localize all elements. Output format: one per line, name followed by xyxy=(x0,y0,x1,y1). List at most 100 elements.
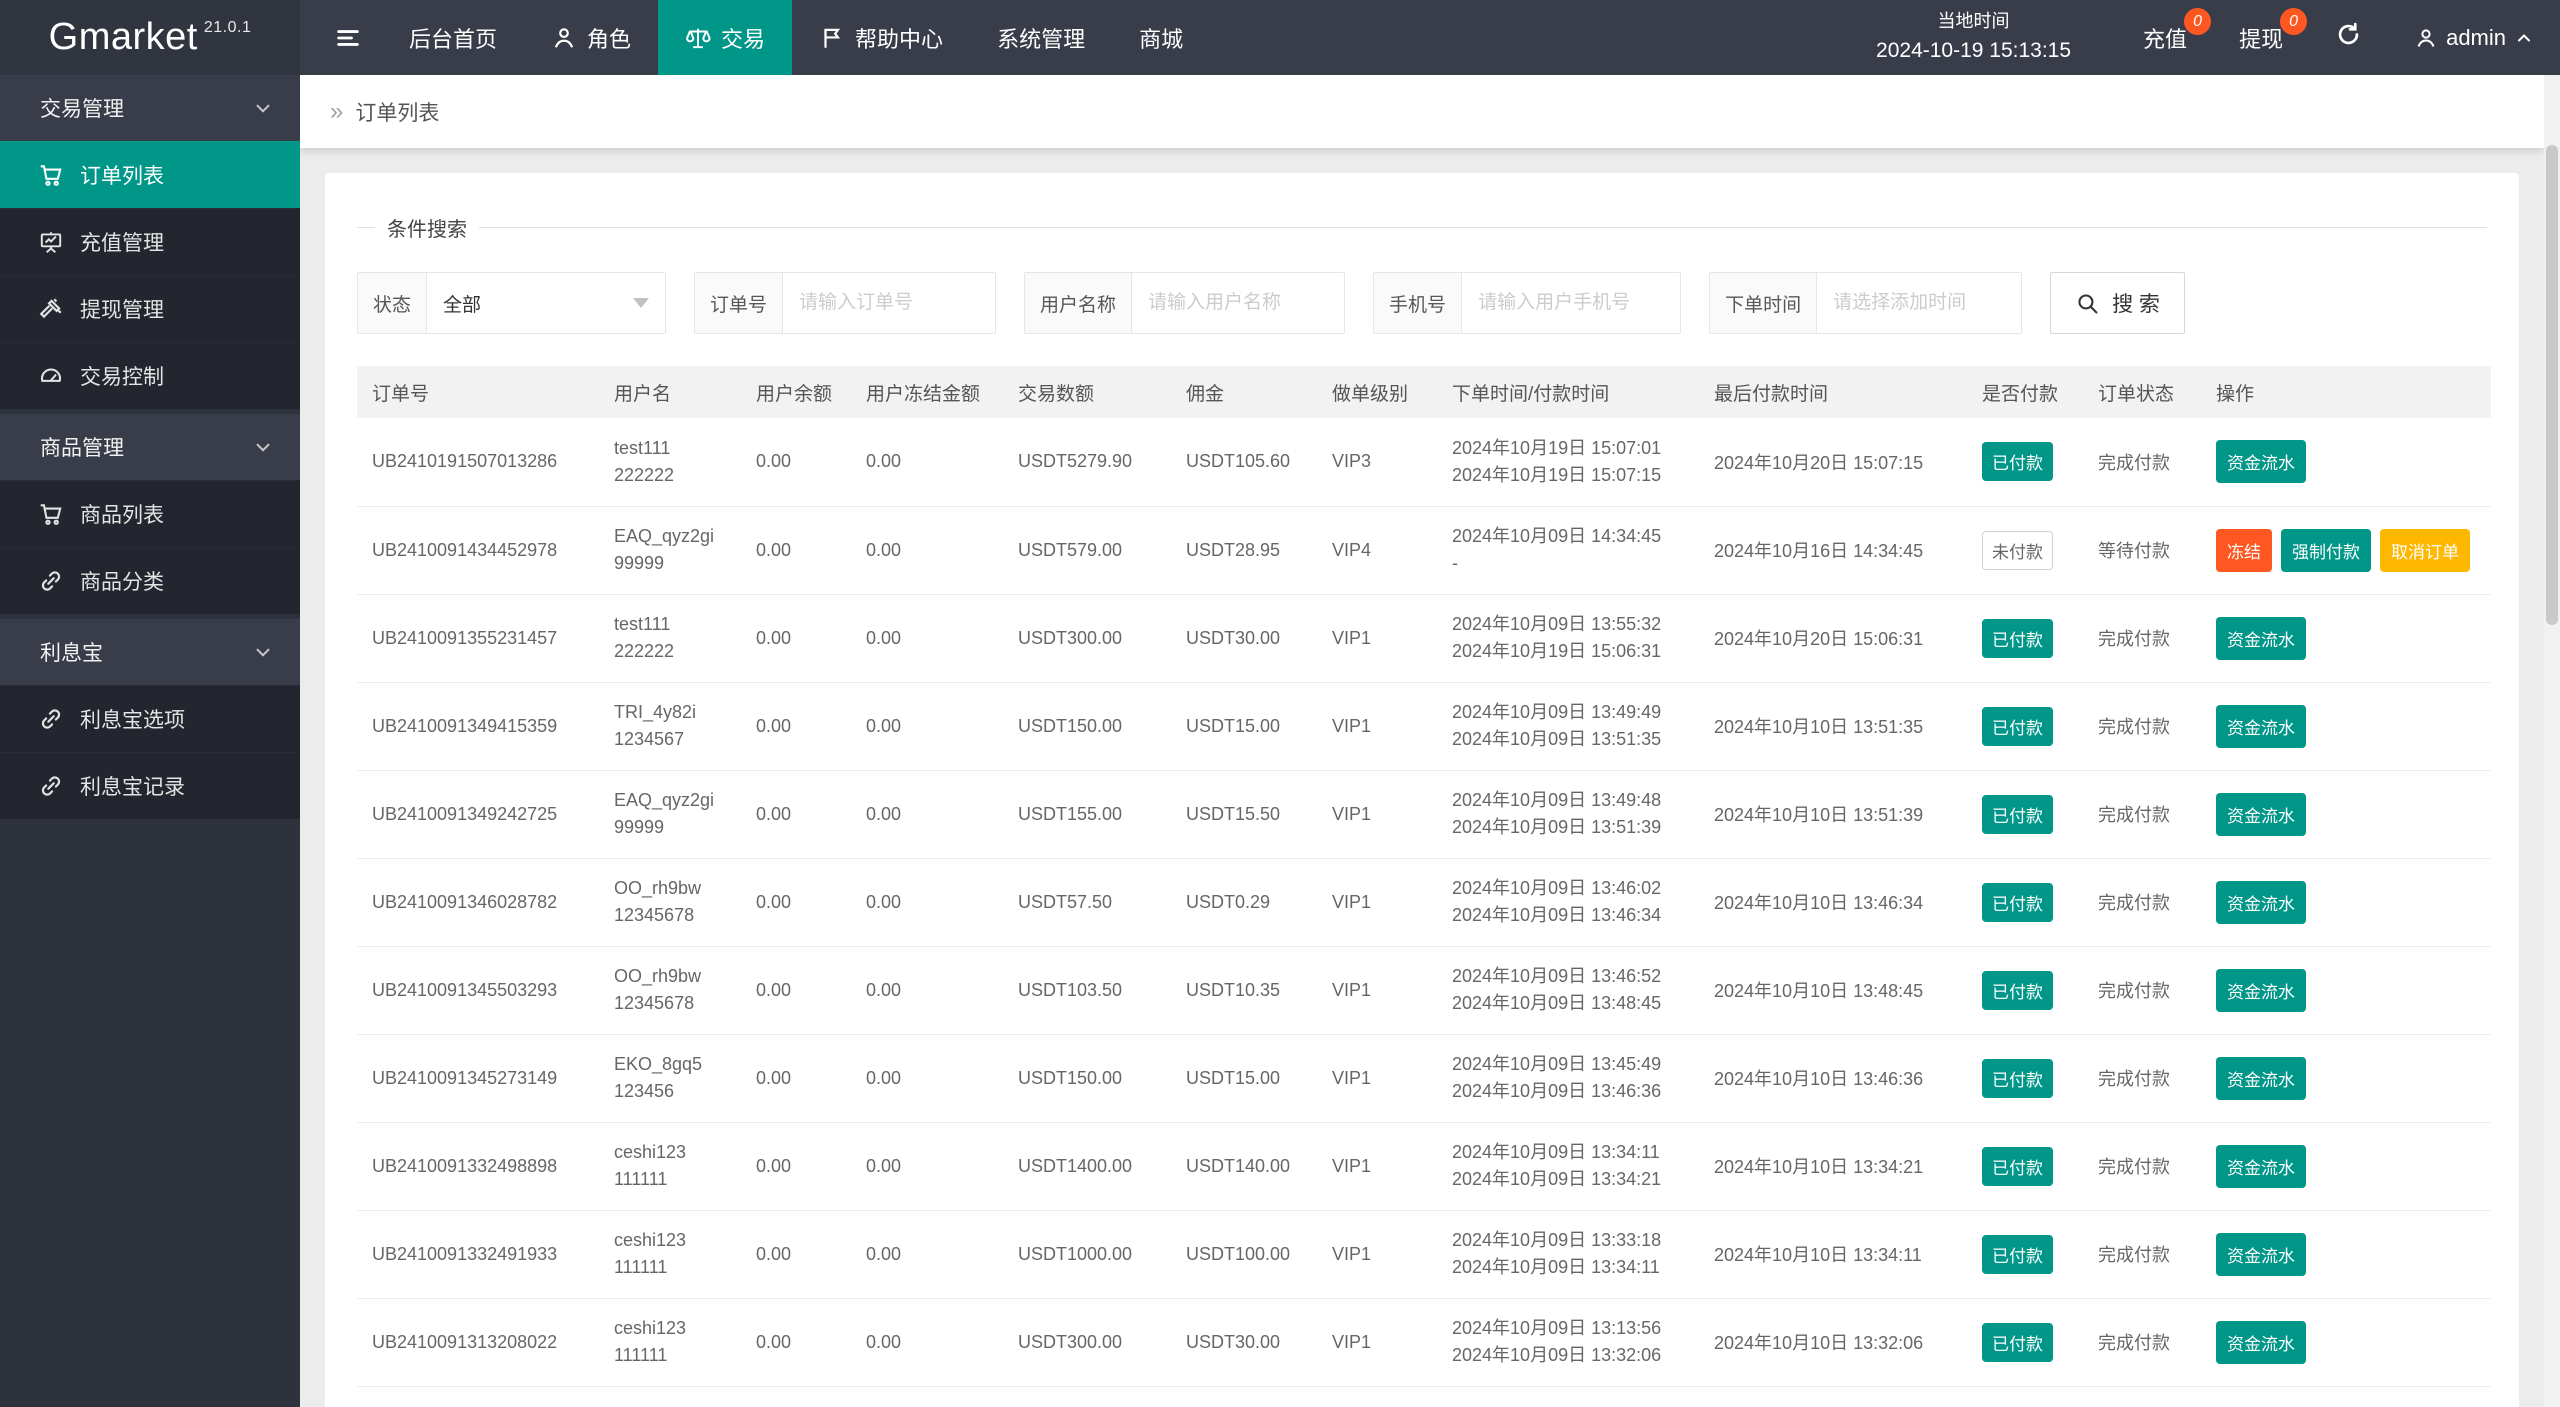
column-header-12: 操作 xyxy=(2201,366,2491,418)
sidebar-item-订单列表[interactable]: 订单列表 xyxy=(0,141,300,208)
order-no-input[interactable] xyxy=(783,273,995,333)
sidebar-item-商品列表[interactable]: 商品列表 xyxy=(0,480,300,547)
force-pay-button[interactable]: 强制付款 xyxy=(2281,529,2371,572)
cell-order-pay-time-line1: 2024年10月09日 13:55:32 xyxy=(1452,611,1684,638)
search-button[interactable]: 搜 索 xyxy=(2050,272,2185,334)
cell-level: VIP1 xyxy=(1317,594,1437,682)
username-input[interactable] xyxy=(1132,273,1344,333)
sidebar-item-利息宝记录[interactable]: 利息宝记录 xyxy=(0,752,300,819)
column-header-1: 订单号 xyxy=(357,366,599,418)
cell-commission: USDT105.60 xyxy=(1171,418,1317,506)
cell-commission: USDT10.35 xyxy=(1171,946,1317,1034)
cell-actions: 资金流水 xyxy=(2201,418,2491,506)
cell-username-line1: EAQ_qyz2gi xyxy=(614,787,726,814)
order-time-input[interactable] xyxy=(1817,273,2021,333)
sidebar-item-交易控制[interactable]: 交易控制 xyxy=(0,342,300,409)
recharge-button[interactable]: 充值 0 xyxy=(2117,0,2213,75)
sidebar-item-label: 交易控制 xyxy=(80,361,164,391)
nav-item-2[interactable]: 角色 xyxy=(524,0,658,75)
cell-order-pay-time-line1: 2024年10月19日 15:07:01 xyxy=(1452,435,1684,462)
refresh-button[interactable] xyxy=(2309,0,2388,75)
cell-paid: 已付款 xyxy=(1967,1210,2083,1298)
fund-flow-button[interactable]: 资金流水 xyxy=(2216,1321,2306,1364)
admin-username: admin xyxy=(2446,25,2506,51)
cell-amount: USDT150.00 xyxy=(1003,682,1171,770)
column-header-2: 用户名 xyxy=(599,366,741,418)
nav-item-6[interactable]: 商城 xyxy=(1112,0,1210,75)
fund-flow-button[interactable]: 资金流水 xyxy=(2216,705,2306,748)
table-row-11: UB2410091313208022ceshi1231111110.000.00… xyxy=(357,1298,2491,1386)
sidebar-item-提现管理[interactable]: 提现管理 xyxy=(0,275,300,342)
withdraw-label: 提现 xyxy=(2239,22,2283,54)
sidebar-group-3: 利息宝利息宝选项利息宝记录 xyxy=(0,619,300,819)
fund-flow-button[interactable]: 资金流水 xyxy=(2216,1057,2306,1100)
cell-last-pay-time: 2024年10月20日 15:07:15 xyxy=(1699,418,1967,506)
sidebar-item-商品分类[interactable]: 商品分类 xyxy=(0,547,300,614)
nav-item-5[interactable]: 系统管理 xyxy=(970,0,1112,75)
cell-commission: USDT140.00 xyxy=(1171,1122,1317,1210)
user-icon xyxy=(2414,26,2438,50)
table-row-8: UB2410091345273149EKO_8gq51234560.000.00… xyxy=(357,1034,2491,1122)
fund-flow-button[interactable]: 资金流水 xyxy=(2216,1233,2306,1276)
sidebar-item-充值管理[interactable]: 充值管理 xyxy=(0,208,300,275)
order-no-filter-group: 订单号 xyxy=(694,272,996,334)
cell-actions: 资金流水 xyxy=(2201,1034,2491,1122)
cell-username: EKO_8gq5123456 xyxy=(599,1034,741,1122)
paid-status-badge: 已付款 xyxy=(1982,442,2053,481)
paid-status-badge: 已付款 xyxy=(1982,795,2053,834)
sidebar-item-利息宝选项[interactable]: 利息宝选项 xyxy=(0,685,300,752)
admin-menu[interactable]: admin xyxy=(2388,0,2560,75)
cell-username-line2: 12345678 xyxy=(614,990,726,1017)
cell-username-line2: 222222 xyxy=(614,462,726,489)
order-no-label: 订单号 xyxy=(695,273,783,333)
cell-paid: 已付款 xyxy=(1967,858,2083,946)
freeze-button[interactable]: 冻结 xyxy=(2216,529,2272,572)
fund-flow-button[interactable]: 资金流水 xyxy=(2216,1145,2306,1188)
cell-amount: USDT155.00 xyxy=(1003,770,1171,858)
order-list-card: 条件搜索 状态 全部 订单号 用户名称 xyxy=(325,173,2519,1407)
cell-username: ceshi123111111 xyxy=(599,1298,741,1386)
cancel-order-button[interactable]: 取消订单 xyxy=(2380,529,2470,572)
fund-flow-button[interactable]: 资金流水 xyxy=(2216,793,2306,836)
cell-username-line1: test111 xyxy=(614,435,726,462)
fund-flow-button[interactable]: 资金流水 xyxy=(2216,617,2306,660)
fund-flow-button[interactable]: 资金流水 xyxy=(2216,440,2306,483)
vertical-scrollbar[interactable] xyxy=(2544,75,2560,1407)
sidebar-group-header-2[interactable]: 商品管理 xyxy=(0,414,300,480)
cell-actions: 资金流水 xyxy=(2201,1210,2491,1298)
fund-flow-button[interactable]: 资金流水 xyxy=(2216,881,2306,924)
nav-item-3[interactable]: 交易 xyxy=(658,0,792,75)
person-icon xyxy=(551,25,577,51)
nav-item-1[interactable]: 后台首页 xyxy=(382,0,524,75)
cell-username: EAQ_qyz2gi99999 xyxy=(599,506,741,594)
paid-status-badge: 未付款 xyxy=(1982,531,2053,570)
table-row-1: UB2410191507013286test1112222220.000.00U… xyxy=(357,418,2491,506)
scrollbar-thumb[interactable] xyxy=(2546,145,2558,625)
cell-username: test111222222 xyxy=(599,594,741,682)
sidebar-group-header-3[interactable]: 利息宝 xyxy=(0,619,300,685)
menu-toggle-button[interactable] xyxy=(314,0,382,75)
cell-order-pay-time-line2: 2024年10月19日 15:06:31 xyxy=(1452,638,1684,665)
cell-order-status: 完成付款 xyxy=(2083,1122,2201,1210)
cell-level: VIP3 xyxy=(1317,418,1437,506)
cell-order-pay-time-line1: 2024年10月09日 13:34:11 xyxy=(1452,1139,1684,1166)
cell-last-pay-time: 2024年10月10日 13:51:39 xyxy=(1699,770,1967,858)
cell-order-no: UB2410091345503293 xyxy=(357,946,599,1034)
table-row-10: UB2410091332491933ceshi1231111110.000.00… xyxy=(357,1210,2491,1298)
cell-actions: 资金流水 xyxy=(2201,770,2491,858)
app-logo[interactable]: Gmarket 21.0.1 xyxy=(0,0,300,75)
cell-order-status: 完成付款 xyxy=(2083,946,2201,1034)
fund-flow-button[interactable]: 资金流水 xyxy=(2216,969,2306,1012)
status-select[interactable]: 全部 xyxy=(427,273,665,333)
paid-status-badge: 已付款 xyxy=(1982,1147,2053,1186)
sidebar-group-header-1[interactable]: 交易管理 xyxy=(0,75,300,141)
cell-last-pay-time: 2024年10月10日 13:46:36 xyxy=(1699,1034,1967,1122)
cell-balance: 0.00 xyxy=(741,682,851,770)
phone-input[interactable] xyxy=(1462,273,1680,333)
cell-actions: 资金流水 xyxy=(2201,1298,2491,1386)
cell-order-no: UB2410091332498898 xyxy=(357,1122,599,1210)
nav-item-label: 帮助中心 xyxy=(855,22,943,54)
nav-item-4[interactable]: 帮助中心 xyxy=(792,0,970,75)
withdraw-button[interactable]: 提现 0 xyxy=(2213,0,2309,75)
cell-order-no: UB2410091346028782 xyxy=(357,858,599,946)
